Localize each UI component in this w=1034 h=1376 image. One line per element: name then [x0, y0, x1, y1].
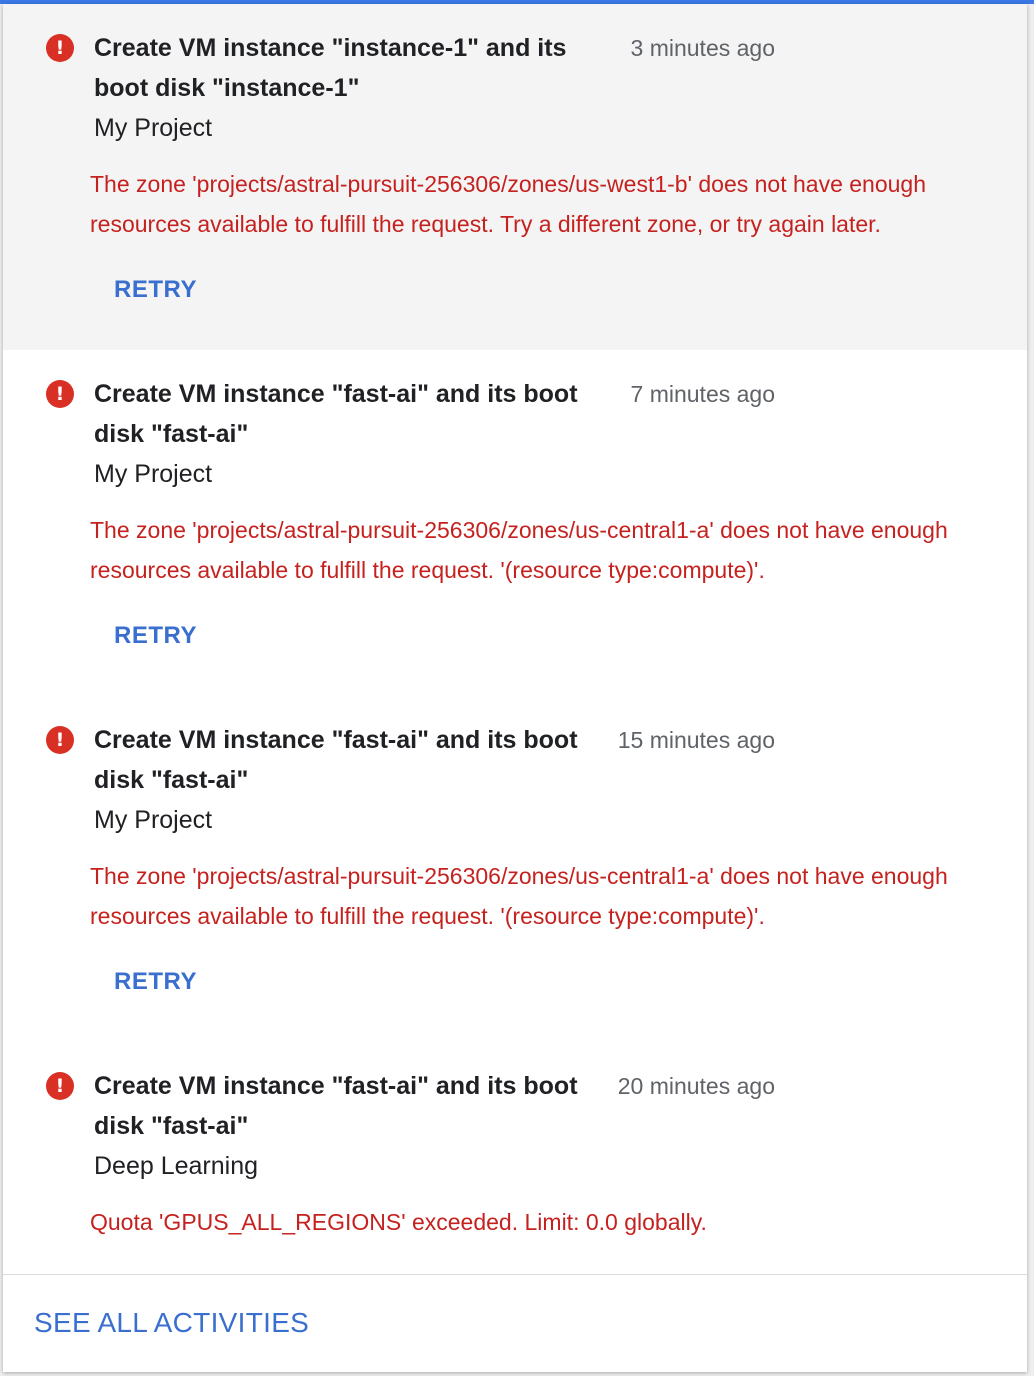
activity-time: 15 minutes ago	[617, 727, 775, 753]
activity-project: Deep Learning	[94, 1152, 259, 1180]
activity-time: 20 minutes ago	[617, 1073, 775, 1099]
activity-project: My Project	[94, 460, 213, 488]
activity-title: Create VM instance "fast-ai" and its boo…	[94, 726, 578, 794]
retry-button[interactable]: RETRY	[114, 962, 197, 1002]
activity-list: ! Create VM instance "instance-1" and it…	[3, 4, 1027, 1368]
activity-project: My Project	[94, 806, 213, 834]
error-icon: !	[46, 380, 74, 408]
activity-title: Create VM instance "fast-ai" and its boo…	[94, 380, 578, 448]
footer-divider	[3, 1274, 1027, 1275]
activity-time: 7 minutes ago	[630, 381, 775, 407]
retry-button[interactable]: RETRY	[114, 616, 197, 656]
error-message: The zone 'projects/astral-pursuit-256306…	[90, 517, 948, 583]
page: ! Create VM instance "instance-1" and it…	[0, 0, 1034, 1376]
activity-project: My Project	[94, 114, 213, 142]
error-icon: !	[46, 1072, 74, 1100]
activity-title: Create VM instance "instance-1" and its …	[94, 34, 567, 102]
error-icon: !	[46, 726, 74, 754]
activity-time: 3 minutes ago	[630, 35, 775, 61]
error-icon: !	[46, 34, 74, 62]
error-message: Quota 'GPUS_ALL_REGIONS' exceeded. Limit…	[90, 1209, 707, 1235]
error-message: The zone 'projects/astral-pursuit-256306…	[90, 171, 927, 237]
activity-title: Create VM instance "fast-ai" and its boo…	[94, 1072, 578, 1140]
error-message: The zone 'projects/astral-pursuit-256306…	[90, 863, 948, 929]
see-all-activities-link[interactable]: SEE ALL ACTIVITIES	[34, 1303, 309, 1343]
activity-item[interactable]: ! Create VM instance "fast-ai" and its b…	[3, 696, 1027, 1042]
activity-panel: ! Create VM instance "instance-1" and it…	[3, 4, 1027, 1372]
activity-item[interactable]: ! Create VM instance "instance-1" and it…	[3, 4, 1027, 350]
activity-item[interactable]: ! Create VM instance "fast-ai" and its b…	[3, 350, 1027, 696]
retry-button[interactable]: RETRY	[114, 270, 197, 310]
